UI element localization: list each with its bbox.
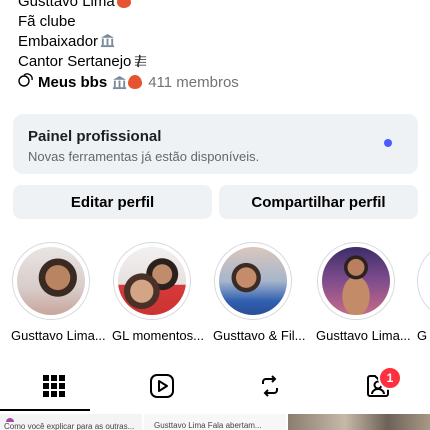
classical-building-icon [100, 33, 115, 48]
highlight-thumbnail [17, 247, 85, 315]
reels-icon [149, 373, 175, 404]
bio-line-singer: Cantor Sertanejo [18, 52, 147, 72]
share-profile-button[interactable]: Compartilhar perfil [219, 185, 418, 219]
highlight-thumbnail [118, 247, 186, 315]
highlight-label: GL momentos... [112, 328, 204, 343]
highlight-label: G [417, 328, 428, 343]
bio-line-name: Gusttavo Lima [18, 0, 147, 12]
profile-bio: Gusttavo Lima Fã clube Embaixador Cantor… [18, 0, 147, 72]
grid-icon [43, 374, 65, 402]
highlight-ring [317, 242, 395, 320]
tab-posts[interactable] [34, 370, 74, 406]
edit-profile-button[interactable]: Editar perfil [13, 185, 212, 219]
channel-name: Meus bbs [38, 73, 108, 91]
repost-icon [257, 373, 283, 404]
highlight-thumbnail [219, 247, 287, 315]
professional-dashboard[interactable]: Painel profissional Novas ferramentas já… [13, 114, 418, 174]
posts-grid: Como você explicar para as outras... Gus… [0, 414, 430, 430]
story-highlight[interactable]: GL momentos... [112, 242, 204, 343]
music-clef-icon [133, 53, 147, 68]
bio-line-ambassador: Embaixador [18, 32, 147, 52]
highlight-ring [12, 242, 90, 320]
story-highlight[interactable]: Gusttavo Lima... [11, 242, 106, 343]
post-caption: Como você explicar para as outras... [4, 422, 135, 430]
highlight-thumbnail [322, 247, 390, 315]
heart-emoji-icon [128, 75, 143, 89]
highlight-label: Gusttavo & Fil... [213, 328, 306, 343]
new-indicator-dot [384, 139, 392, 147]
post-thumbnail[interactable]: Como você explicar para as outras... [0, 414, 142, 430]
highlight-ring [214, 242, 292, 320]
highlight-label: Gusttavo Lima... [316, 328, 411, 343]
post-thumbnail[interactable] [288, 414, 430, 430]
story-highlight[interactable]: Gusttavo Lima... [316, 242, 411, 343]
dashboard-title: Painel profissional [28, 128, 162, 145]
tab-reels[interactable] [142, 370, 182, 406]
tagged-notification-badge: 1 [378, 366, 402, 390]
active-tab-indicator [0, 409, 90, 411]
broadcast-channel[interactable]: Meus bbs 411 membros [18, 72, 239, 92]
post-caption: Gusttavo Lima Fala abertam... [154, 421, 262, 430]
bio-line-fanclub: Fã clube [18, 13, 76, 30]
heart-emoji-icon [116, 0, 131, 8]
story-highlight[interactable]: Gusttavo & Fil... [213, 242, 306, 343]
highlight-ring [113, 242, 191, 320]
channel-members: 411 membros [148, 73, 239, 91]
profile-tab-bar [0, 370, 430, 410]
dashboard-subtitle: Novas ferramentas já estão disponíveis. [28, 149, 260, 164]
highlight-label: Gusttavo Lima... [11, 328, 106, 343]
story-highlight[interactable]: G [417, 242, 430, 343]
classical-building-icon [112, 75, 127, 90]
highlight-ring [417, 242, 430, 320]
post-thumbnail[interactable]: Gusttavo Lima Fala abertam... [144, 414, 286, 430]
tab-reposts[interactable] [250, 370, 290, 406]
channel-icon [18, 72, 34, 92]
